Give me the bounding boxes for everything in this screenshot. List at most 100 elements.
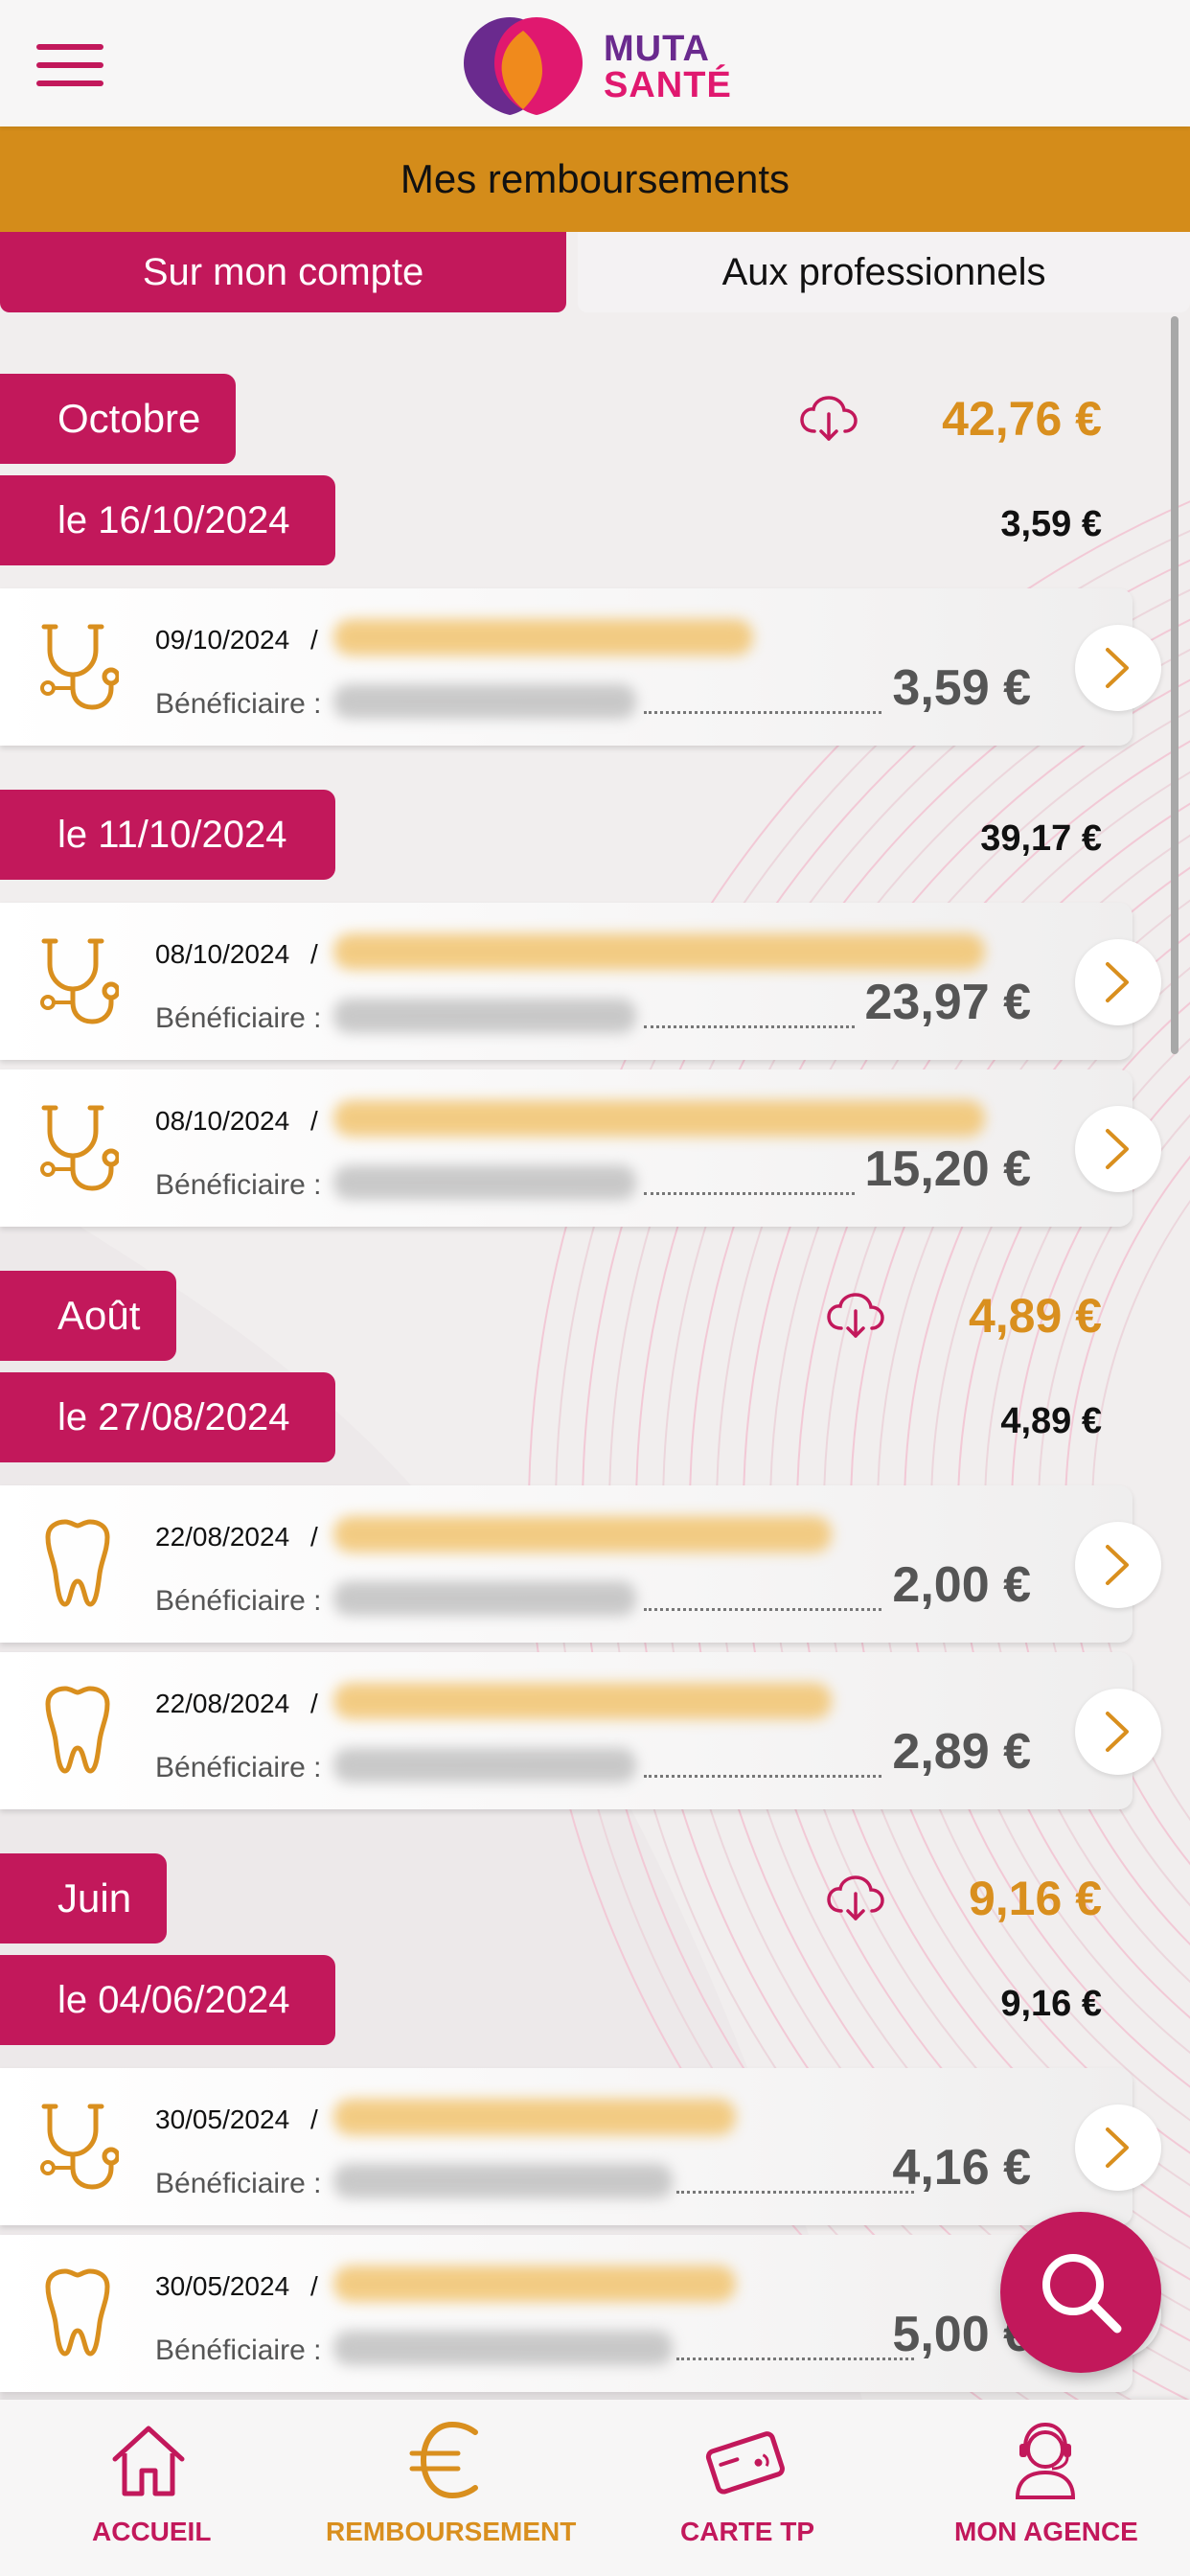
cloud-download-icon[interactable]	[826, 1292, 885, 1340]
separator: /	[310, 1106, 318, 1136]
beneficiary-name-redacted	[333, 1165, 636, 1200]
agent-icon	[1015, 2422, 1076, 2499]
care-description-redacted	[333, 2099, 736, 2135]
nav-label: MON AGENCE	[954, 2517, 1138, 2546]
chevron-right-icon	[1106, 2128, 1129, 2168]
amount: 3,59 €	[892, 660, 1031, 716]
date-header: le 11/10/2024	[0, 790, 335, 880]
care-date: 09/10/2024	[155, 625, 290, 655]
reimbursement-card[interactable]: 09/10/2024 / Bénéficiaire : 3,59 €	[0, 588, 1133, 746]
amount: 23,97 €	[864, 975, 1032, 1030]
beneficiary-name-redacted	[333, 684, 636, 719]
chevron-right-icon	[1106, 962, 1129, 1002]
date-header: le 27/08/2024	[0, 1372, 335, 1462]
beneficiary-name-redacted	[333, 1748, 636, 1782]
search-icon	[1042, 2254, 1122, 2334]
chevron-right-button[interactable]	[1075, 1689, 1161, 1775]
beneficiary-label: Bénéficiaire :	[155, 1585, 322, 1617]
reimbursement-card[interactable]: 22/08/2024 / Bénéficiaire : 2,89 €	[0, 1652, 1133, 1809]
nav-label: CARTE TP	[680, 2517, 814, 2546]
beneficiary-label: Bénéficiaire :	[155, 1752, 322, 1783]
beneficiary-label: Bénéficiaire :	[155, 2334, 322, 2366]
month-total: 4,89 €	[968, 1289, 1102, 1343]
amount: 2,00 €	[892, 1557, 1031, 1613]
care-description-redacted	[333, 933, 985, 970]
beneficiary-name-redacted	[333, 2331, 673, 2365]
home-icon	[112, 2426, 185, 2496]
menu-icon[interactable]	[36, 44, 103, 86]
nav-label: ACCUEIL	[92, 2517, 212, 2546]
dotted-leader	[644, 1608, 881, 1611]
tab-sur-mon-compte[interactable]: Sur mon compte	[0, 232, 567, 312]
month-header[interactable]: Août	[0, 1271, 176, 1361]
amount: 15,20 €	[864, 1141, 1032, 1197]
beneficiary-label: Bénéficiaire :	[155, 688, 322, 720]
chevron-right-button[interactable]	[1075, 2104, 1161, 2191]
chevron-right-button[interactable]	[1075, 1106, 1161, 1192]
beneficiary-name-redacted	[333, 999, 636, 1033]
bottom-navigation: ACCUEIL REMBOURSEMENT CARTE TP MON AGENC…	[0, 2400, 1190, 2576]
reimbursement-card[interactable]: 08/10/2024 / Bénéficiaire : 23,97 €	[0, 903, 1133, 1060]
beneficiary-label: Bénéficiaire :	[155, 1002, 322, 1034]
stethoscope-icon	[36, 1102, 121, 1194]
month-total: 42,76 €	[942, 392, 1102, 446]
card-icon	[705, 2431, 785, 2495]
logo-mark-icon	[464, 17, 583, 115]
chevron-right-button[interactable]	[1075, 939, 1161, 1025]
care-description-redacted	[333, 2266, 736, 2302]
reimbursement-card[interactable]: 22/08/2024 / Bénéficiaire : 2,00 €	[0, 1485, 1133, 1643]
care-description-redacted	[333, 1683, 832, 1719]
separator: /	[310, 2271, 318, 2301]
chevron-right-icon	[1106, 1129, 1129, 1169]
chevron-right-button[interactable]	[1075, 625, 1161, 711]
date-total: 3,59 €	[1000, 504, 1102, 544]
separator: /	[310, 625, 318, 655]
chevron-right-button[interactable]	[1075, 1522, 1161, 1608]
care-date: 22/08/2024	[155, 1689, 290, 1718]
logo-text-sante: SANTÉ	[604, 65, 732, 105]
cloud-download-icon[interactable]	[799, 395, 858, 443]
nav-remboursement[interactable]: REMBOURSEMENT	[316, 2400, 577, 2576]
month-total: 9,16 €	[968, 1872, 1102, 1925]
reimbursement-list[interactable]: Octobre 42,76 € le 16/10/2024 3,59 €09/10/2…	[0, 312, 1190, 2400]
stethoscope-icon	[36, 2101, 121, 2193]
dotted-leader	[644, 711, 881, 714]
cloud-download-icon[interactable]	[826, 1874, 885, 1922]
stethoscope-icon	[36, 621, 121, 713]
dotted-leader	[644, 1192, 855, 1195]
nav-accueil[interactable]: ACCUEIL	[38, 2400, 259, 2576]
logo-text-muta: MUTA	[604, 29, 710, 69]
tab-aux-professionnels[interactable]: Aux professionnels	[578, 232, 1190, 312]
date-header: le 04/06/2024	[0, 1955, 335, 2045]
separator: /	[310, 1522, 318, 1552]
dotted-leader	[644, 1775, 881, 1778]
stethoscope-icon	[36, 935, 121, 1027]
nav-mon-agence[interactable]: MON AGENCE	[939, 2400, 1150, 2576]
date-total: 39,17 €	[980, 818, 1102, 859]
page-title: Mes remboursements	[0, 126, 1190, 232]
dotted-leader	[676, 2191, 914, 2194]
care-description-redacted	[333, 1516, 832, 1552]
dotted-leader	[644, 1025, 855, 1028]
month-header[interactable]: Juin	[0, 1853, 167, 1944]
reimbursement-card[interactable]: 30/05/2024/Bénéficiaire :5,00 €	[0, 2235, 1133, 2392]
care-description-redacted	[333, 619, 753, 656]
chevron-right-icon	[1106, 1712, 1129, 1752]
reimbursement-card[interactable]: 30/05/2024 / Bénéficiaire : 4,16 €	[0, 2068, 1133, 2225]
search-button[interactable]	[1000, 2212, 1161, 2373]
nav-label: REMBOURSEMENT	[326, 2517, 577, 2546]
month-header[interactable]: Octobre	[0, 374, 236, 464]
nav-carte-tp[interactable]: CARTE TP	[652, 2400, 843, 2576]
muta-sante-logo: MUTA SANTÉ	[456, 13, 744, 119]
care-description-redacted	[333, 1100, 985, 1137]
app-header: MUTA SANTÉ	[0, 0, 1190, 126]
separator: /	[310, 2104, 318, 2134]
tooth-icon	[36, 1518, 119, 1610]
care-date: 22/08/2024	[155, 1522, 290, 1552]
date-header: le 16/10/2024	[0, 475, 335, 565]
care-date: 08/10/2024	[155, 1106, 290, 1136]
care-date: 30/05/2024	[155, 2104, 290, 2134]
beneficiary-name-redacted	[333, 1581, 636, 1616]
reimbursement-card[interactable]: 08/10/2024 / Bénéficiaire : 15,20 €	[0, 1070, 1133, 1227]
scrollbar[interactable]	[1171, 316, 1179, 1054]
